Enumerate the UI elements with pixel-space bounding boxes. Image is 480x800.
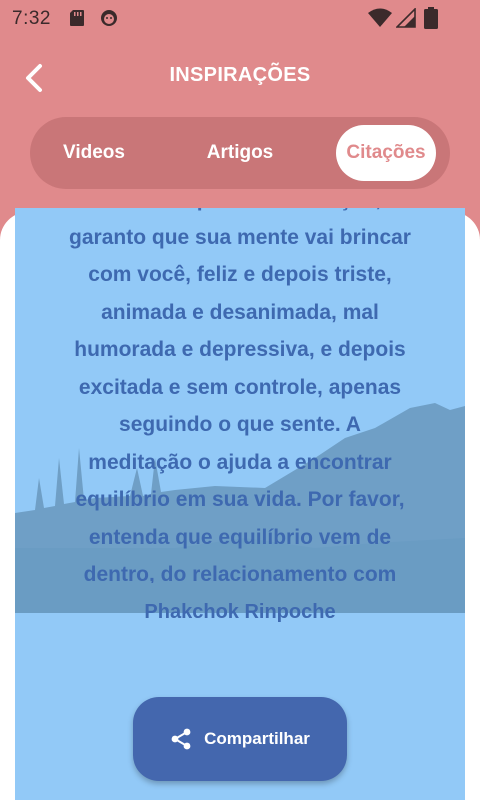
tab-videos[interactable]: Videos xyxy=(44,125,144,181)
quote-line: humorada e depressiva, e depois xyxy=(74,338,406,361)
quote-line: excitada e sem controle, apenas xyxy=(78,375,402,399)
share-icon xyxy=(171,728,191,750)
status-bar: 7:32 xyxy=(0,0,480,36)
sd-card-icon xyxy=(70,10,84,26)
tab-artigos[interactable]: Artigos xyxy=(192,125,288,181)
quote-text: Se você não pratica meditação, eu garant… xyxy=(45,208,435,583)
page-title: INSPIRAÇÕES xyxy=(169,64,311,86)
quote-line: com você, feliz e depois triste, xyxy=(88,263,392,286)
tab-bar: Videos Artigos Citações xyxy=(30,117,450,189)
quote-line: garanto que sua mente vai brincar xyxy=(69,225,411,249)
share-button-label: Compartilhar xyxy=(204,729,310,748)
quote-line: seguindo o que sente. A xyxy=(119,413,361,436)
tab-citacoes[interactable]: Citações xyxy=(336,125,436,181)
quote-line: animada e desanimada, mal xyxy=(101,300,379,324)
face-icon xyxy=(101,10,117,26)
quote-line: Se você não pratica meditação, eu xyxy=(45,208,435,219)
share-button[interactable]: Compartilhar xyxy=(133,697,347,781)
quote-line: equilíbrio em sua vida. Por favor, xyxy=(75,488,405,511)
signal-icon xyxy=(396,8,416,28)
quote-card: Se você não pratica meditação, eu garant… xyxy=(15,208,465,800)
quote-scroll-area[interactable]: Se você não pratica meditação, eu garant… xyxy=(15,208,465,583)
battery-icon xyxy=(424,7,438,29)
wifi-icon xyxy=(368,8,392,27)
quote-line: dentro, do relacionamento com xyxy=(83,563,397,583)
quote-line: meditação o ajuda a encontrar xyxy=(88,450,392,474)
quote-line: entenda que equilíbrio vem de xyxy=(88,525,392,549)
app-bar: INSPIRAÇÕES xyxy=(0,48,480,104)
status-time: 7:32 xyxy=(12,8,51,29)
quote-author: Phakchok Rinpoche xyxy=(144,601,336,623)
